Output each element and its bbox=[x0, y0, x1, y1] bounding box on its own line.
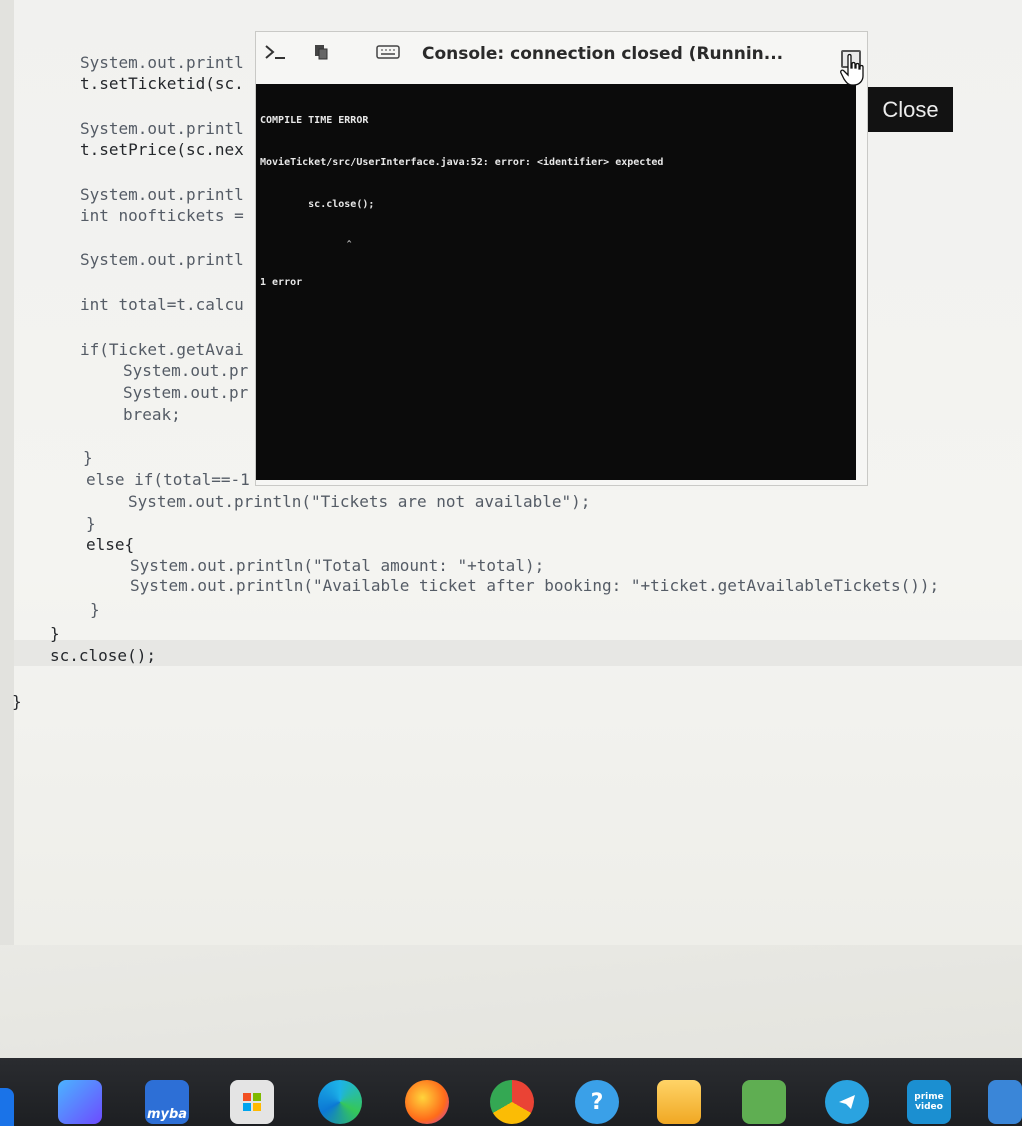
taskbar: myba ? prime video bbox=[0, 1058, 1022, 1126]
code-line: System.out.pr bbox=[123, 361, 249, 380]
code-line: } bbox=[50, 624, 60, 643]
code-line: System.out.pr bbox=[123, 383, 249, 402]
code-line: break; bbox=[123, 405, 181, 424]
code-line: t.setTicketid(sc. bbox=[80, 74, 244, 93]
edge-icon[interactable] bbox=[318, 1080, 362, 1124]
copy-icon[interactable] bbox=[310, 42, 332, 62]
current-line-highlight bbox=[14, 640, 1022, 666]
editor-gutter bbox=[0, 0, 14, 945]
close-button[interactable]: Close bbox=[868, 87, 953, 132]
console-window[interactable]: Console: connection closed (Runnin... CO… bbox=[255, 31, 868, 486]
code-line: System.out.println("Tickets are not avai… bbox=[128, 492, 591, 511]
code-line: } bbox=[12, 692, 22, 711]
code-line: System.out.printl bbox=[80, 250, 244, 269]
code-line: System.out.printl bbox=[80, 119, 244, 138]
code-line: int nooftickets = bbox=[80, 206, 244, 225]
code-line: sc.close(); bbox=[50, 646, 156, 665]
telegram-icon[interactable] bbox=[825, 1080, 869, 1124]
myba-icon[interactable]: myba bbox=[145, 1080, 189, 1124]
code-line: System.out.println("Available ticket aft… bbox=[130, 576, 940, 595]
code-line: System.out.printl bbox=[80, 185, 244, 204]
code-line: System.out.println("Total amount: "+tota… bbox=[130, 556, 545, 575]
code-line: int total=t.calcu bbox=[80, 295, 244, 314]
code-line: } bbox=[90, 600, 100, 619]
console-output-line: sc.close(); bbox=[260, 199, 375, 210]
console-output-line: ^ bbox=[260, 239, 352, 248]
code-line: } bbox=[86, 514, 96, 533]
code-line: if(Ticket.getAvai bbox=[80, 340, 244, 359]
keyboard-icon[interactable] bbox=[374, 42, 402, 62]
copilot-icon[interactable] bbox=[58, 1080, 102, 1124]
console-header: Console: connection closed (Runnin... bbox=[256, 32, 867, 84]
code-line: t.setPrice(sc.nex bbox=[80, 140, 244, 159]
firefox-icon[interactable] bbox=[405, 1080, 449, 1124]
console-output-line: COMPILE TIME ERROR bbox=[260, 115, 369, 126]
photos-icon[interactable] bbox=[742, 1080, 786, 1124]
console-title: Console: connection closed (Runnin... bbox=[422, 44, 784, 64]
code-line: } bbox=[83, 448, 93, 467]
widgets-icon[interactable] bbox=[0, 1088, 14, 1126]
terminal-icon[interactable] bbox=[262, 42, 288, 62]
code-line: else if(total==-1 bbox=[86, 470, 250, 489]
hand-cursor-icon bbox=[840, 53, 864, 86]
console-output-line: MovieTicket/src/UserInterface.java:52: e… bbox=[260, 157, 664, 168]
help-icon[interactable]: ? bbox=[575, 1080, 619, 1124]
chrome-icon[interactable] bbox=[490, 1080, 534, 1124]
code-line: System.out.printl bbox=[80, 53, 244, 72]
file-explorer-icon[interactable] bbox=[657, 1080, 701, 1124]
prime-video-icon[interactable]: prime video bbox=[907, 1080, 951, 1124]
console-output: COMPILE TIME ERROR MovieTicket/src/UserI… bbox=[256, 84, 856, 480]
app-icon[interactable] bbox=[988, 1080, 1022, 1124]
code-line: else{ bbox=[86, 535, 135, 554]
console-output-line: 1 error bbox=[260, 277, 303, 288]
microsoft-store-icon[interactable] bbox=[230, 1080, 274, 1124]
